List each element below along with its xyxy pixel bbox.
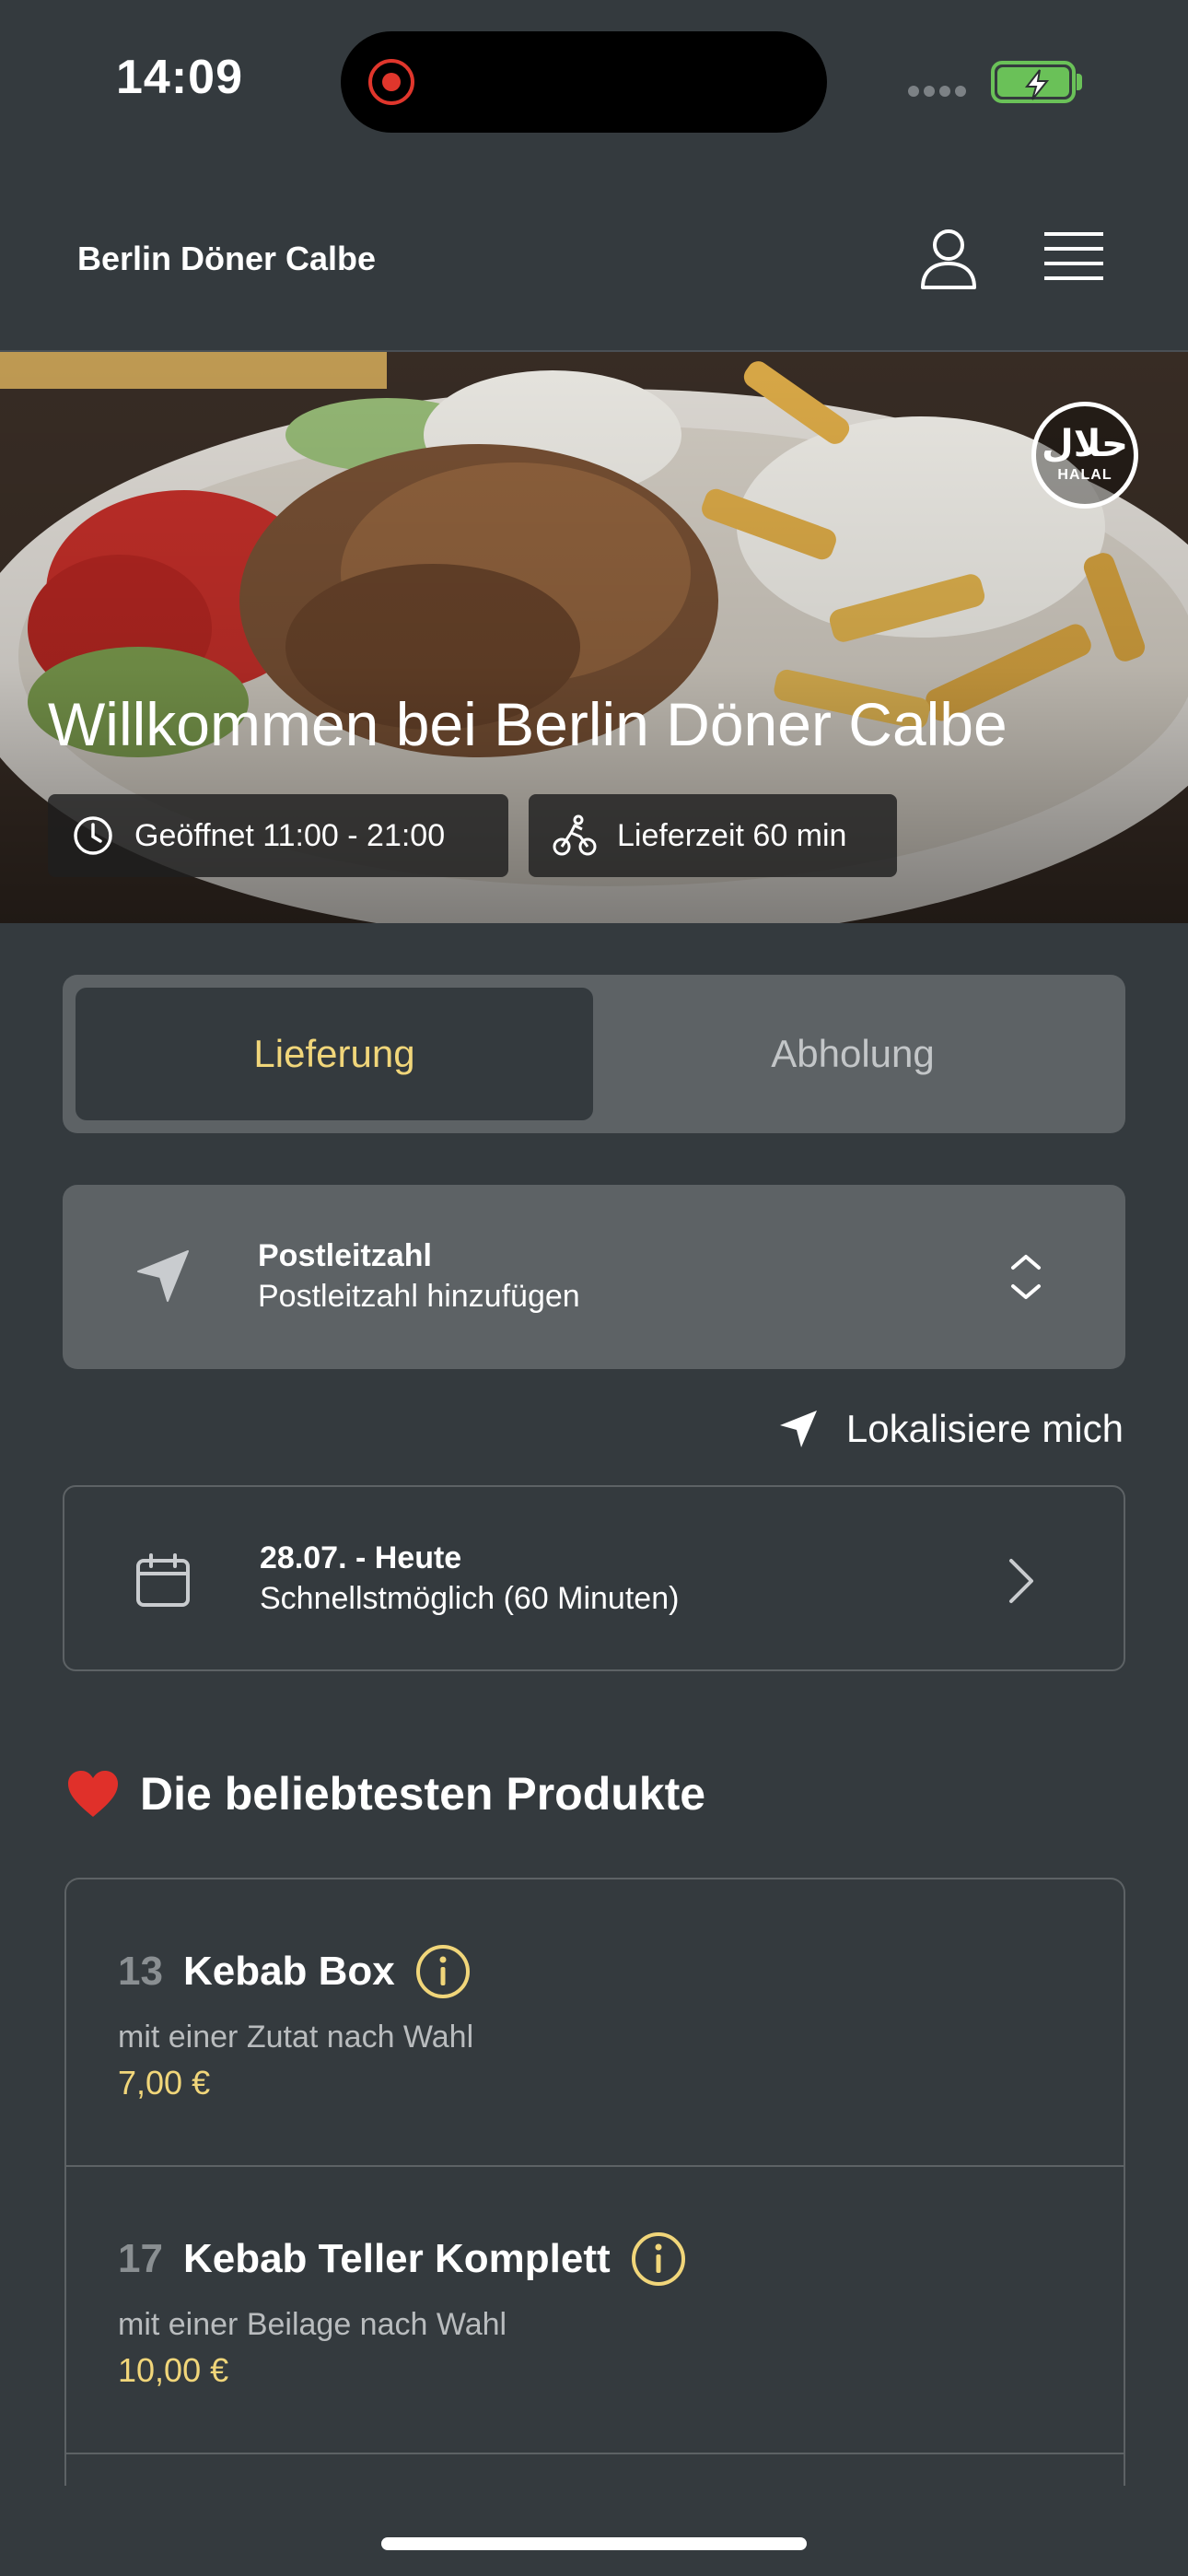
delivery-date: 28.07. - Heute bbox=[260, 1540, 462, 1575]
info-icon[interactable] bbox=[631, 2231, 686, 2287]
app-header: Berlin Döner Calbe bbox=[0, 166, 1188, 352]
locate-me-button[interactable]: Lokalisiere mich bbox=[778, 1397, 1124, 1461]
product-item[interactable]: 17 Kebab Teller Komplett mit einer Beila… bbox=[66, 2167, 1124, 2454]
opening-hours-text: Geöffnet 11:00 - 21:00 bbox=[134, 817, 446, 853]
home-indicator[interactable] bbox=[381, 2537, 807, 2550]
user-icon[interactable] bbox=[919, 227, 978, 291]
product-name: Kebab Teller Komplett bbox=[182, 2236, 611, 2281]
app-screen: 14:09 Berlin Döner Calbe حلال HALAL Will… bbox=[0, 0, 1188, 2576]
clock-icon bbox=[74, 816, 112, 855]
product-name: Kebab Box bbox=[182, 1949, 395, 1994]
product-description: mit einer Beilage nach Wahl bbox=[118, 2307, 507, 2342]
halal-arabic-text: حلال bbox=[1042, 423, 1128, 465]
status-bar: 14:09 bbox=[0, 0, 1188, 166]
menu-icon[interactable] bbox=[1044, 230, 1103, 284]
heart-icon bbox=[68, 1771, 118, 1817]
dynamic-island bbox=[341, 31, 827, 133]
product-header: 17 Kebab Teller Komplett bbox=[118, 2231, 686, 2287]
locate-me-label: Lokalisiere mich bbox=[845, 1407, 1124, 1450]
delivery-time-text: Lieferzeit 60 min bbox=[617, 817, 847, 853]
postcode-title: Postleitzahl bbox=[258, 1238, 432, 1273]
chevron-right-icon bbox=[1009, 1559, 1033, 1603]
calendar-icon bbox=[136, 1553, 190, 1607]
popular-title-text: Die beliebtesten Produkte bbox=[140, 1768, 706, 1820]
navigation-arrow-icon bbox=[137, 1250, 189, 1302]
delivery-time-option: Schnellstmöglich (60 Minuten) bbox=[260, 1581, 680, 1616]
delivery-time-selector[interactable]: 28.07. - Heute Schnellstmöglich (60 Minu… bbox=[63, 1485, 1125, 1671]
postcode-placeholder: Postleitzahl hinzufügen bbox=[258, 1279, 580, 1314]
halal-badge: حلال HALAL bbox=[1031, 402, 1138, 509]
location-arrow-icon bbox=[779, 1411, 817, 1447]
battery-icon bbox=[991, 61, 1076, 103]
tab-pickup[interactable]: Abholung bbox=[593, 988, 1112, 1120]
product-header: 13 Kebab Box bbox=[118, 1944, 471, 1999]
product-description: mit einer Zutat nach Wahl bbox=[118, 2020, 474, 2055]
halal-label: HALAL bbox=[1057, 467, 1112, 483]
signal-icon bbox=[908, 85, 973, 98]
up-down-chevron-icon bbox=[1011, 1255, 1041, 1299]
status-time: 14:09 bbox=[116, 51, 243, 104]
delivery-time-chip: Lieferzeit 60 min bbox=[529, 794, 897, 877]
tab-delivery[interactable]: Lieferung bbox=[76, 988, 593, 1120]
product-list: 13 Kebab Box mit einer Zutat nach Wahl 7… bbox=[64, 1878, 1125, 2486]
battery-tip bbox=[1077, 74, 1082, 90]
popular-section-title: Die beliebtesten Produkte bbox=[66, 1767, 705, 1821]
hero-title: Willkommen bei Berlin Döner Calbe bbox=[48, 690, 1007, 758]
opening-hours-chip: Geöffnet 11:00 - 21:00 bbox=[48, 794, 508, 877]
product-number: 13 bbox=[118, 1949, 163, 1994]
product-number: 17 bbox=[118, 2236, 163, 2281]
product-price: 10,00 € bbox=[118, 2351, 229, 2389]
postcode-selector[interactable]: Postleitzahl Postleitzahl hinzufügen bbox=[63, 1185, 1125, 1369]
product-item[interactable]: 13 Kebab Box mit einer Zutat nach Wahl 7… bbox=[66, 1879, 1124, 2167]
product-price: 7,00 € bbox=[118, 2064, 211, 2102]
hero-banner: حلال HALAL Willkommen bei Berlin Döner C… bbox=[0, 352, 1188, 923]
bicycle-icon bbox=[553, 814, 597, 856]
info-icon[interactable] bbox=[415, 1944, 471, 1999]
recording-icon bbox=[368, 59, 414, 105]
brand-name[interactable]: Berlin Döner Calbe bbox=[77, 240, 376, 278]
charging-bolt-icon bbox=[1024, 69, 1050, 100]
order-mode-toggle: Lieferung Abholung bbox=[63, 975, 1125, 1133]
